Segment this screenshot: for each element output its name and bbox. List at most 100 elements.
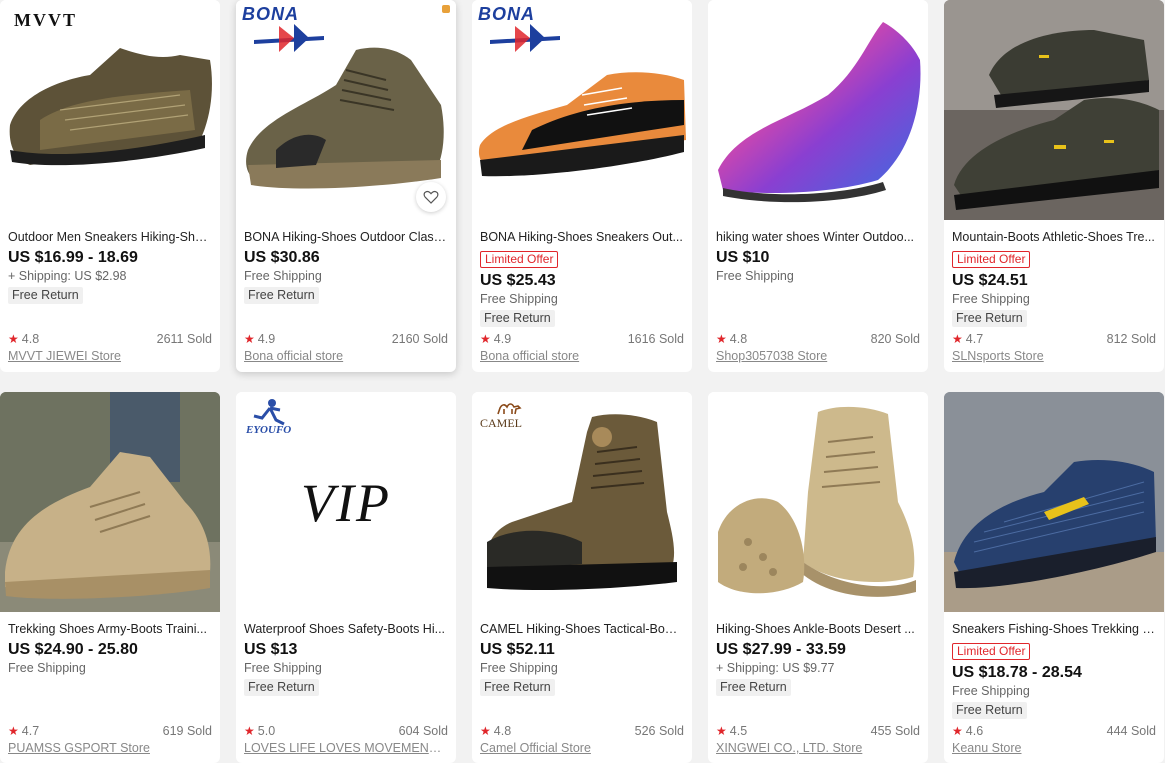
product-title[interactable]: hiking water shoes Winter Outdoo... <box>716 229 920 245</box>
product-card[interactable]: CAMEL CAMEL Hiking-Shoes Tactical-Boot..… <box>472 392 692 763</box>
product-card[interactable]: BONA BONA Hiking-Shoes Outdoor Class... … <box>236 0 456 372</box>
free-return-tag: Free Return <box>480 310 555 327</box>
limited-offer-badge: Limited Offer <box>952 251 1031 268</box>
store-link[interactable]: Bona official store <box>244 348 448 364</box>
product-price: US $30.86 <box>244 249 320 266</box>
store-link[interactable]: XINGWEI CO., LTD. Store <box>716 740 920 756</box>
sold-count: 812 Sold <box>1106 332 1156 346</box>
star-icon: ★ <box>716 724 727 738</box>
rating: ★ 4.6 <box>952 724 984 738</box>
product-price: US $13 <box>244 641 298 658</box>
limited-offer-badge: Limited Offer <box>952 643 1031 660</box>
product-image[interactable]: CAMEL <box>472 392 692 612</box>
wishlist-heart-icon[interactable] <box>416 182 446 212</box>
product-price: US $10 <box>716 249 770 266</box>
store-link[interactable]: Keanu Store <box>952 740 1156 756</box>
product-price: US $25.43 <box>480 272 556 289</box>
star-icon: ★ <box>952 724 963 738</box>
shipping-info: Free Shipping <box>952 684 1030 698</box>
product-image[interactable] <box>944 0 1164 220</box>
product-title[interactable]: Trekking Shoes Army-Boots Traini... <box>8 621 212 637</box>
product-image[interactable]: MVVT <box>0 0 220 220</box>
rating: ★ 4.7 <box>8 724 40 738</box>
product-card[interactable]: MVVT Outdoor Men Sneakers Hiking-Sho... … <box>0 0 220 372</box>
sold-count: 1616 Sold <box>627 332 684 346</box>
product-card[interactable]: BONA BONA Hiking-Shoes Sneakers Out... L… <box>472 0 692 372</box>
store-link[interactable]: MVVT JIEWEI Store <box>8 348 212 364</box>
product-card[interactable]: EYOUFO VIP Waterproof Shoes Safety-Boots… <box>236 392 456 763</box>
product-image[interactable] <box>944 392 1164 612</box>
product-image[interactable]: BONA <box>236 0 456 220</box>
shipping-info: + Shipping: US $9.77 <box>716 661 835 675</box>
rating: ★ 5.0 <box>244 724 276 738</box>
free-return-tag: Free Return <box>480 679 555 696</box>
product-price: US $24.51 <box>952 272 1028 289</box>
limited-offer-badge: Limited Offer <box>480 251 559 268</box>
product-title[interactable]: Waterproof Shoes Safety-Boots Hi... <box>244 621 448 637</box>
product-title[interactable]: Sneakers Fishing-Shoes Trekking O... <box>952 621 1156 637</box>
rating: ★ 4.9 <box>480 332 512 346</box>
store-link[interactable]: Shop3057038 Store <box>716 348 920 364</box>
product-image[interactable]: BONA <box>472 0 692 220</box>
orange-sneaker-icon <box>478 72 686 177</box>
product-title[interactable]: Mountain-Boots Athletic-Shoes Tre... <box>952 229 1156 245</box>
product-image[interactable]: EYOUFO VIP <box>236 392 456 612</box>
trekking-shoe-icon <box>0 392 220 612</box>
product-price: US $18.78 - 28.54 <box>952 664 1082 681</box>
product-card[interactable]: Mountain-Boots Athletic-Shoes Tre... Lim… <box>944 0 1164 372</box>
product-card[interactable]: Hiking-Shoes Ankle-Boots Desert ... US $… <box>708 392 928 763</box>
product-title[interactable]: BONA Hiking-Shoes Sneakers Out... <box>480 229 684 245</box>
rating: ★ 4.8 <box>716 332 748 346</box>
store-link[interactable]: LOVES LIFE LOVES MOVEMENT Store <box>244 740 448 756</box>
star-icon: ★ <box>952 332 963 346</box>
store-link[interactable]: PUAMSS GSPORT Store <box>8 740 212 756</box>
rating: ★ 4.7 <box>952 332 984 346</box>
star-icon: ★ <box>480 332 491 346</box>
vip-label: VIP <box>301 473 391 533</box>
product-image[interactable] <box>708 392 928 612</box>
free-return-tag: Free Return <box>8 287 83 304</box>
product-card[interactable]: Sneakers Fishing-Shoes Trekking O... Lim… <box>944 392 1164 763</box>
shipping-info: Free Shipping <box>8 661 86 675</box>
shipping-info: Free Shipping <box>952 292 1030 306</box>
rating: ★ 4.9 <box>244 332 276 346</box>
free-return-tag: Free Return <box>244 287 319 304</box>
free-return-tag: Free Return <box>244 679 319 696</box>
product-price: US $16.99 - 18.69 <box>8 249 138 266</box>
shipping-info: Free Shipping <box>480 292 558 306</box>
star-icon: ★ <box>716 332 727 346</box>
product-price: US $27.99 - 33.59 <box>716 641 846 658</box>
store-link[interactable]: SLNsports Store <box>952 348 1156 364</box>
sold-count: 2611 Sold <box>156 332 212 346</box>
product-image[interactable] <box>708 0 928 220</box>
star-icon: ★ <box>244 724 255 738</box>
free-return-tag: Free Return <box>952 702 1027 719</box>
sold-count: 526 Sold <box>634 724 684 738</box>
product-image[interactable] <box>0 392 220 612</box>
shipping-info: Free Shipping <box>244 661 322 675</box>
water-shoe-icon <box>718 22 921 203</box>
rating: ★ 4.8 <box>8 332 40 346</box>
desert-boot-icon <box>718 406 916 597</box>
sold-count: 455 Sold <box>870 724 920 738</box>
shipping-info: Free Shipping <box>244 269 322 283</box>
sold-count: 619 Sold <box>162 724 212 738</box>
product-card[interactable]: Trekking Shoes Army-Boots Traini... US $… <box>0 392 220 763</box>
blue-sneaker-icon <box>944 392 1164 612</box>
product-title[interactable]: Hiking-Shoes Ankle-Boots Desert ... <box>716 621 920 637</box>
product-title[interactable]: CAMEL Hiking-Shoes Tactical-Boot... <box>480 621 684 637</box>
product-title[interactable]: Outdoor Men Sneakers Hiking-Sho... <box>8 229 212 245</box>
product-title[interactable]: BONA Hiking-Shoes Outdoor Class... <box>244 229 448 245</box>
star-icon: ★ <box>8 724 19 738</box>
shipping-info: Free Shipping <box>480 661 558 675</box>
sold-count: 2160 Sold <box>391 332 448 346</box>
shipping-info: + Shipping: US $2.98 <box>8 269 127 283</box>
high-boot-icon <box>487 414 677 590</box>
free-return-tag: Free Return <box>952 310 1027 327</box>
athletic-boot-icon <box>944 0 1164 220</box>
store-link[interactable]: Camel Official Store <box>480 740 684 756</box>
product-card[interactable]: hiking water shoes Winter Outdoo... US $… <box>708 0 928 372</box>
product-price: US $24.90 - 25.80 <box>8 641 138 658</box>
star-icon: ★ <box>8 332 19 346</box>
store-link[interactable]: Bona official store <box>480 348 684 364</box>
